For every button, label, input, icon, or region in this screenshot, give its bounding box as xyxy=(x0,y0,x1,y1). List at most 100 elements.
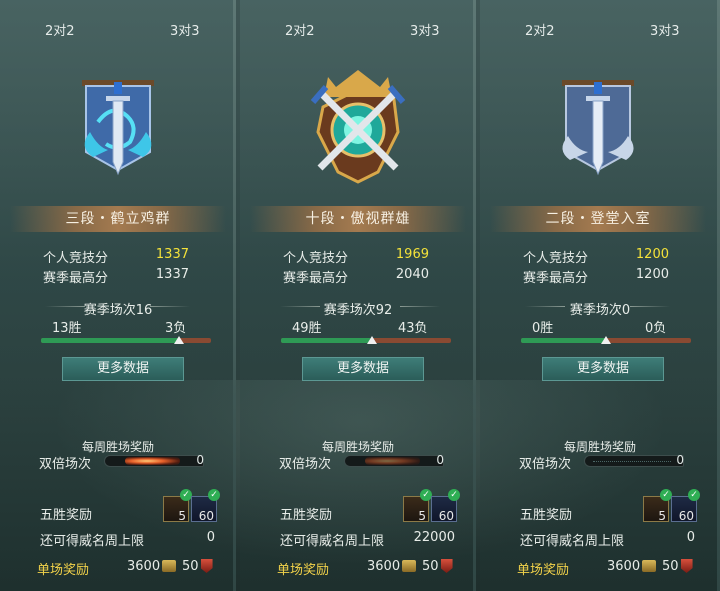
fire-effect-icon xyxy=(125,457,180,465)
medal-reward: 50 xyxy=(662,559,693,574)
double-matches-count: 0 xyxy=(436,453,444,467)
personal-score-label: 个人竞技分 xyxy=(283,251,349,266)
coin-reward: 3600 xyxy=(367,559,417,574)
season-matches: 赛季场次92 xyxy=(323,303,393,318)
more-data-button[interactable]: 更多数据 xyxy=(302,357,424,381)
coin-amount: 3600 xyxy=(607,559,641,574)
tab-3v3[interactable]: 3对3 xyxy=(410,20,440,39)
double-matches-bar: 0 xyxy=(104,453,204,467)
wins-count: 0胜 xyxy=(532,321,554,336)
medal-reward: 50 xyxy=(422,559,453,574)
reward-count: 5 xyxy=(178,509,186,523)
medal-amount: 50 xyxy=(662,559,679,574)
reward-scroll-icon[interactable]: ✓ 60 xyxy=(671,489,700,523)
rank-emblem-icon xyxy=(310,70,406,184)
ratio-marker-icon xyxy=(601,336,611,344)
personal-score-label: 个人竞技分 xyxy=(43,251,109,266)
reward-chest-icon[interactable]: ✓ 5 xyxy=(163,489,192,523)
check-icon: ✓ xyxy=(208,489,220,501)
reward-count: 5 xyxy=(418,509,426,523)
coin-reward: 3600 xyxy=(127,559,177,574)
weekly-limit-label: 还可得威名周上限 xyxy=(520,534,625,549)
medal-amount: 50 xyxy=(182,559,199,574)
losses-count: 43负 xyxy=(398,321,428,336)
single-reward-label: 单场奖励 xyxy=(277,563,330,578)
reward-count: 60 xyxy=(198,509,214,523)
rank-emblem-icon xyxy=(82,80,154,176)
mode-tabs: 2对2 3对3 xyxy=(480,20,720,42)
fire-effect-icon xyxy=(365,457,420,465)
weekly-limit-value: 0 xyxy=(206,530,215,545)
weekly-limit-row: 还可得威名周上限 0 xyxy=(40,530,215,549)
coin-amount: 3600 xyxy=(127,559,161,574)
single-reward-label: 单场奖励 xyxy=(517,563,570,578)
weekly-limit-label: 还可得威名周上限 xyxy=(280,534,385,549)
reward-count: 60 xyxy=(678,509,694,523)
weekly-reward-title: 每周胜场奖励 xyxy=(563,440,636,454)
medal-icon xyxy=(680,559,693,573)
losses-count: 3负 xyxy=(165,321,187,336)
empty-progress-icon xyxy=(593,461,671,464)
season-high-value: 2040 xyxy=(395,267,429,282)
win-fill xyxy=(41,338,180,343)
coin-icon xyxy=(642,560,657,572)
double-matches-bar: 0 xyxy=(584,453,684,467)
five-win-reward-label: 五胜奖励 xyxy=(280,508,333,523)
tab-2v2[interactable]: 2对2 xyxy=(285,20,315,39)
more-data-button[interactable]: 更多数据 xyxy=(62,357,184,381)
tab-3v3[interactable]: 3对3 xyxy=(170,20,200,39)
rank-title: 十段・傲视群雄 xyxy=(250,206,466,232)
rank-title: 三段・鹤立鸡群 xyxy=(10,206,226,232)
win-loss-bar xyxy=(521,336,691,344)
ratio-marker-icon xyxy=(174,336,185,344)
personal-score-value: 1969 xyxy=(395,247,429,262)
check-icon: ✓ xyxy=(688,489,700,501)
double-matches-label: 双倍场次 xyxy=(519,457,572,472)
reward-scroll-icon[interactable]: ✓ 60 xyxy=(431,489,460,523)
single-reward-label: 单场奖励 xyxy=(37,563,90,578)
coin-amount: 3600 xyxy=(367,559,401,574)
rank-column-1: 2对2 3对3 三段・鹤立鸡群 个人竞技分 1337 赛季最高分 1337 赛季… xyxy=(0,0,236,591)
reward-chest-icon[interactable]: ✓ 5 xyxy=(403,489,432,523)
ratio-marker-icon xyxy=(366,336,377,344)
arena-rank-panel: 2对2 3对3 三段・鹤立鸡群 个人竞技分 1337 赛季最高分 1337 赛季… xyxy=(0,0,720,591)
check-icon: ✓ xyxy=(448,489,460,501)
season-high-value: 1337 xyxy=(155,267,189,282)
reward-scroll-icon[interactable]: ✓ 60 xyxy=(191,489,220,523)
rank-title: 二段・登堂入室 xyxy=(490,206,706,232)
medal-icon xyxy=(200,559,213,573)
coin-icon xyxy=(402,560,417,572)
rank-column-3: 2对2 3对3 二段・登堂入室 个人竞技分 1200 赛季最高分 1200 赛季… xyxy=(480,0,720,591)
double-matches-count: 0 xyxy=(196,453,204,467)
win-loss-bar xyxy=(281,336,451,344)
reward-count: 5 xyxy=(658,509,666,523)
tab-2v2[interactable]: 2对2 xyxy=(45,20,75,39)
wins-count: 13胜 xyxy=(52,321,82,336)
weekly-limit-row: 还可得威名周上限 22000 xyxy=(280,530,455,549)
double-matches-label: 双倍场次 xyxy=(39,457,92,472)
win-loss-bar xyxy=(41,336,211,344)
reward-count: 60 xyxy=(438,509,454,523)
coin-reward: 3600 xyxy=(607,559,657,574)
season-high-label: 赛季最高分 xyxy=(283,271,349,286)
wins-count: 49胜 xyxy=(292,321,322,336)
double-matches-bar: 0 xyxy=(344,453,444,467)
reward-chest-icon[interactable]: ✓ 5 xyxy=(643,489,672,523)
coin-icon xyxy=(162,560,177,572)
tab-2v2[interactable]: 2对2 xyxy=(525,20,555,39)
win-fill xyxy=(521,338,606,343)
season-high-label: 赛季最高分 xyxy=(43,271,109,286)
win-fill xyxy=(281,338,372,343)
personal-score-value: 1337 xyxy=(155,247,189,262)
medal-amount: 50 xyxy=(422,559,439,574)
rank-column-2: 2对2 3对3 十段・傲视群雄 个人竞技分 1969 赛季最高分 2040 赛季… xyxy=(240,0,476,591)
weekly-limit-value: 0 xyxy=(686,530,695,545)
season-matches: 赛季场次16 xyxy=(83,303,153,318)
double-matches-count: 0 xyxy=(676,453,684,467)
weekly-limit-value: 22000 xyxy=(413,530,455,545)
rank-emblem-icon xyxy=(562,80,634,176)
five-win-reward-label: 五胜奖励 xyxy=(40,508,93,523)
personal-score-label: 个人竞技分 xyxy=(523,251,589,266)
tab-3v3[interactable]: 3对3 xyxy=(650,20,680,39)
more-data-button[interactable]: 更多数据 xyxy=(542,357,664,381)
